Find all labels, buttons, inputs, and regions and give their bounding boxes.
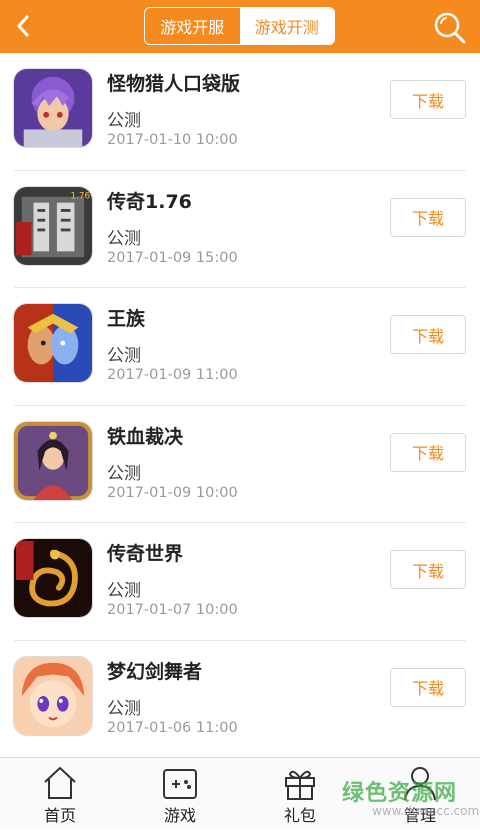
game-name: 王族 (107, 308, 146, 330)
tab-server-open[interactable]: 游戏开服 (145, 8, 240, 44)
svg-text:1.76: 1.76 (71, 191, 91, 201)
game-status: 公测 (107, 698, 141, 719)
game-date: 2017-01-09 11:00 (107, 367, 238, 383)
game-name: 怪物猎人口袋版 (107, 73, 241, 95)
game-status: 公测 (107, 111, 141, 131)
list-item[interactable]: 梦幻剑舞者 公测 2017-01-06 11:00 下载 (0, 641, 480, 759)
chibi-girl-icon (13, 655, 93, 736)
back-arrow-icon[interactable] (8, 8, 44, 44)
game-status: 公测 (107, 228, 141, 249)
game-date: 2017-01-06 11:00 (107, 719, 238, 736)
download-button[interactable]: 下载 (390, 667, 466, 707)
download-button[interactable]: 下载 (390, 80, 466, 119)
home-icon (44, 767, 76, 799)
list-item[interactable]: 王族 公测 2017-01-09 11:00 下载 (0, 288, 480, 406)
game-name: 铁血裁决 (107, 425, 184, 448)
list-item[interactable]: 传奇世界 公测 2017-01-07 10:00 下载 (0, 523, 480, 641)
gamepad-icon (163, 769, 197, 799)
warrior-face-icon (13, 303, 93, 383)
search-icon[interactable] (430, 8, 470, 48)
game-name: 梦幻剑舞者 (107, 660, 203, 683)
list-item[interactable]: 1.76 传奇1.76 公测 2017-01-09 15:00 下载 (0, 171, 480, 288)
tab-test-open[interactable]: 游戏开测 (239, 8, 334, 44)
watermark-text: 绿色资源网 (342, 781, 458, 806)
tab-switcher: 游戏开服 游戏开测 (144, 7, 335, 45)
download-button[interactable]: 下载 (390, 432, 466, 472)
dragon-glyph-icon: 1.76 (13, 185, 93, 266)
download-button[interactable]: 下载 (390, 550, 466, 589)
tab-home[interactable]: 首页 (0, 758, 120, 830)
game-name: 传奇世界 (107, 543, 184, 565)
game-date: 2017-01-09 15:00 (107, 249, 238, 266)
game-date: 2017-01-10 10:00 (107, 132, 238, 148)
gift-icon (285, 770, 315, 800)
game-name: 传奇1.76 (107, 190, 192, 213)
heroine-icon (13, 420, 93, 501)
tab-label: 首页 (43, 806, 76, 825)
app-header: 游戏开服 游戏开测 (0, 0, 480, 53)
game-status: 公测 (107, 463, 141, 484)
game-date: 2017-01-09 10:00 (107, 484, 238, 501)
anime-hero-icon (13, 68, 93, 148)
game-status: 公测 (107, 346, 141, 366)
game-status: 公测 (107, 581, 141, 601)
list-item[interactable]: 铁血裁决 公测 2017-01-09 10:00 下载 (0, 406, 480, 523)
game-list: 怪物猎人口袋版 公测 2017-01-10 10:00 下载 1.76 传奇1.… (0, 53, 480, 758)
tab-label: 游戏 (163, 806, 196, 825)
golden-dragon-icon (13, 538, 93, 618)
game-date: 2017-01-07 10:00 (107, 602, 238, 618)
watermark-url: www.downcc.com (372, 804, 480, 818)
list-item[interactable]: 怪物猎人口袋版 公测 2017-01-10 10:00 下载 (0, 53, 480, 171)
tab-games[interactable]: 游戏 (120, 758, 240, 830)
download-button[interactable]: 下载 (390, 197, 466, 237)
download-button[interactable]: 下载 (390, 315, 466, 354)
